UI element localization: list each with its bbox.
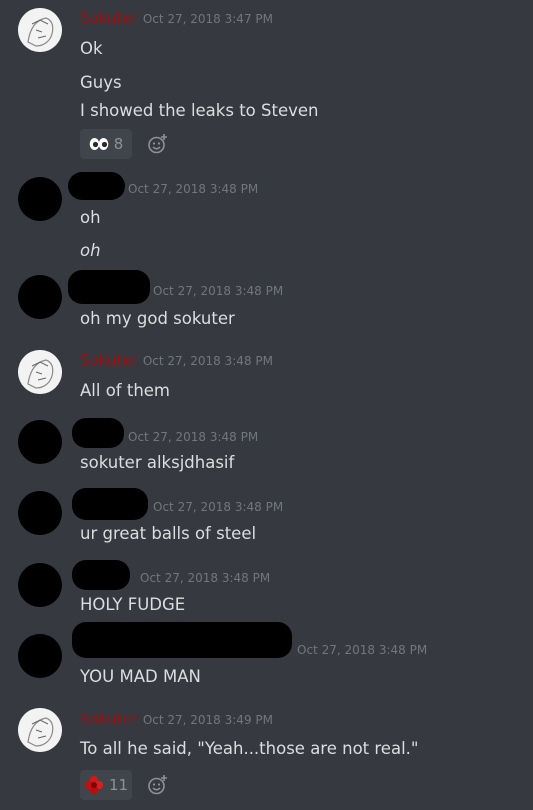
message-text: Guys: [80, 73, 122, 92]
author-name[interactable]: Sokuter: [80, 9, 138, 27]
message-header: Sokuter Oct 27, 2018 3:47 PM: [80, 8, 273, 28]
reaction-count: 11: [108, 776, 129, 794]
message-group: Oct 27, 2018 3:48 PM oh my god sokuter: [0, 266, 533, 342]
message-group: Sokuter Oct 27, 2018 3:49 PM To all he s…: [0, 700, 533, 810]
add-reaction-icon[interactable]: [147, 133, 169, 155]
timestamp: Oct 27, 2018 3:48 PM: [142, 354, 273, 368]
message-group: Sokuter Oct 27, 2018 3:48 PM All of them: [0, 342, 533, 414]
avatar[interactable]: [18, 491, 62, 535]
avatar[interactable]: [18, 275, 62, 319]
message-text: All of them: [80, 381, 171, 400]
add-reaction-icon[interactable]: [147, 774, 169, 796]
author-name[interactable]: Sokuter: [80, 710, 138, 728]
message-header: Oct 27, 2018 3:48 PM: [297, 639, 427, 659]
avatar[interactable]: [18, 708, 62, 752]
message-text: Ok: [80, 39, 103, 58]
message-text: oh my god sokuter: [80, 309, 235, 328]
avatar[interactable]: [18, 8, 62, 52]
redacted-author-name: [72, 622, 292, 658]
message-group: Oct 27, 2018 3:48 PM oh oh: [0, 170, 533, 270]
redacted-author-name: [68, 172, 125, 200]
message-text: sokuter alksjdhasif: [80, 453, 235, 472]
message-header: Oct 27, 2018 3:48 PM: [128, 178, 258, 198]
message-header: Oct 27, 2018 3:48 PM: [140, 567, 270, 587]
red-flower-icon: [84, 775, 104, 795]
message-text: I showed the leaks to Steven: [80, 101, 319, 120]
message-header: Oct 27, 2018 3:48 PM: [153, 280, 283, 300]
message-header: Oct 27, 2018 3:48 PM: [153, 496, 283, 516]
message-text: YOU MAD MAN: [80, 667, 201, 686]
redacted-author-name: [72, 560, 130, 590]
reaction-red-flower[interactable]: 11: [80, 770, 132, 800]
timestamp: Oct 27, 2018 3:48 PM: [140, 571, 271, 585]
message-text: oh: [80, 241, 101, 260]
avatar[interactable]: [18, 634, 62, 678]
message-header: Sokuter Oct 27, 2018 3:49 PM: [80, 709, 273, 729]
redacted-author-name: [72, 488, 148, 520]
avatar[interactable]: [18, 563, 62, 607]
timestamp: Oct 27, 2018 3:48 PM: [128, 430, 259, 444]
message-group: Oct 27, 2018 3:48 PM YOU MAD MAN: [0, 622, 533, 700]
message-text: HOLY FUDGE: [80, 595, 186, 614]
reaction-eyes[interactable]: 8: [80, 129, 132, 159]
message-group: Oct 27, 2018 3:48 PM HOLY FUDGE: [0, 556, 533, 628]
reaction-count: 8: [113, 135, 124, 153]
timestamp: Oct 27, 2018 3:48 PM: [153, 284, 284, 298]
message-group: Oct 27, 2018 3:48 PM sokuter alksjdhasif: [0, 414, 533, 486]
eyes-icon: [89, 138, 109, 150]
timestamp: Oct 27, 2018 3:48 PM: [297, 643, 428, 657]
timestamp: Oct 27, 2018 3:48 PM: [153, 500, 284, 514]
avatar[interactable]: [18, 420, 62, 464]
message-header: Sokuter Oct 27, 2018 3:48 PM: [80, 350, 273, 370]
redacted-author-name: [68, 270, 150, 304]
timestamp: Oct 27, 2018 3:49 PM: [142, 713, 273, 727]
message-text: To all he said, "Yeah...those are not re…: [80, 739, 419, 758]
message-group: Oct 27, 2018 3:48 PM ur great balls of s…: [0, 484, 533, 556]
timestamp: Oct 27, 2018 3:47 PM: [142, 12, 273, 26]
message-text: oh: [80, 208, 101, 227]
message-group: Sokuter Oct 27, 2018 3:47 PM Ok Guys I s…: [0, 0, 533, 170]
avatar[interactable]: [18, 350, 62, 394]
message-header: Oct 27, 2018 3:48 PM: [128, 426, 258, 446]
redacted-author-name: [72, 418, 124, 448]
avatar[interactable]: [18, 177, 62, 221]
author-name[interactable]: Sokuter: [80, 351, 138, 369]
timestamp: Oct 27, 2018 3:48 PM: [128, 182, 259, 196]
message-text: ur great balls of steel: [80, 524, 257, 543]
